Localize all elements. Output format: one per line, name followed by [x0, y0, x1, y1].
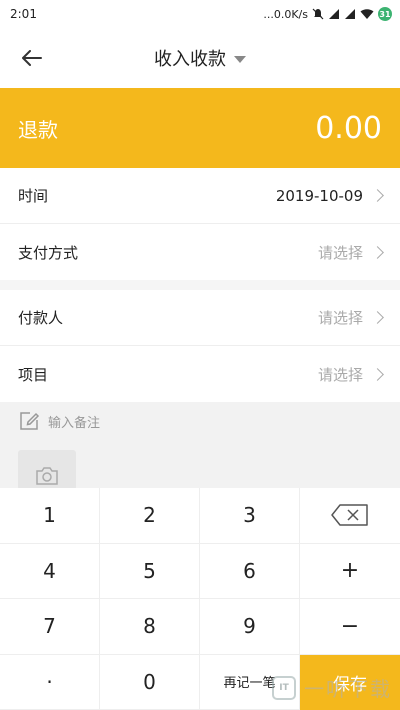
page-title[interactable]: 收入收款: [154, 45, 226, 71]
key-1[interactable]: 1: [0, 488, 100, 544]
add-photo-button[interactable]: [18, 450, 76, 490]
row-time[interactable]: 时间 2019-10-09: [0, 168, 400, 224]
signal-icon: [329, 9, 339, 19]
key-8[interactable]: 8: [100, 599, 200, 655]
key-9[interactable]: 9: [200, 599, 300, 655]
row-label: 付款人: [18, 309, 64, 327]
status-icons: ...0.0K/s 31: [263, 7, 392, 21]
battery-icon: 31: [378, 7, 392, 21]
chevron-right-icon: [371, 311, 384, 324]
chevron-right-icon: [371, 189, 384, 202]
row-value: 请选择: [317, 365, 363, 384]
status-bar: 2:01 ...0.0K/s 31: [0, 0, 400, 28]
status-time: 2:01: [10, 7, 37, 21]
key-0[interactable]: 0: [100, 654, 200, 710]
edit-icon: [20, 412, 40, 430]
amount-value: 0.00: [315, 110, 382, 146]
row-label: 时间: [18, 187, 49, 205]
remark-area: 输入备注: [0, 402, 400, 490]
backspace-icon: [331, 504, 368, 526]
key-4[interactable]: 4: [0, 543, 100, 599]
back-button[interactable]: [16, 42, 48, 74]
amount-band: 退款 0.00: [0, 88, 400, 168]
caret-down-icon[interactable]: [234, 55, 246, 63]
key-2[interactable]: 2: [100, 488, 200, 544]
key-plus[interactable]: +: [300, 543, 400, 599]
row-project[interactable]: 项目 请选择: [0, 346, 400, 402]
row-value: 请选择: [317, 243, 363, 262]
network-speed: ...0.0K/s: [263, 7, 308, 21]
backspace-button[interactable]: [300, 488, 400, 544]
row-value: 2019-10-09: [275, 186, 363, 205]
amount-type-label: 退款: [18, 117, 58, 142]
arrow-left-icon: [22, 50, 42, 66]
save-button[interactable]: 保存: [300, 654, 400, 710]
row-label: 项目: [18, 365, 49, 384]
key-6[interactable]: 6: [200, 543, 300, 599]
form-group-detail: 付款人 请选择 项目 请选择: [0, 290, 400, 402]
chevron-right-icon: [371, 367, 384, 381]
nav-bar: 收入收款: [0, 28, 400, 88]
remark-placeholder: 输入备注: [48, 415, 101, 431]
key-7[interactable]: 7: [0, 599, 100, 655]
title-dropdown: 收入收款: [0, 28, 400, 88]
row-label: 支付方式: [18, 243, 79, 262]
remark-input[interactable]: 输入备注: [18, 410, 100, 432]
key-3[interactable]: 3: [200, 488, 300, 544]
camera-icon: [36, 467, 58, 485]
chevron-right-icon: [371, 245, 384, 259]
key-5[interactable]: 5: [100, 543, 200, 599]
number-keypad: 1 2 3 4 5 6 + 7 8 9 − · 0 再记一笔 保存: [0, 488, 400, 710]
form-group-basic: 时间 2019-10-09 支付方式 请选择: [0, 168, 400, 280]
mute-icon: [312, 8, 324, 20]
signal-icon: [345, 9, 355, 19]
wifi-icon: [360, 9, 374, 19]
record-another-button[interactable]: 再记一笔: [200, 654, 300, 710]
row-payment-method[interactable]: 支付方式 请选择: [0, 224, 400, 280]
row-value: 请选择: [317, 309, 363, 327]
key-dot[interactable]: ·: [0, 654, 100, 710]
key-minus[interactable]: −: [300, 599, 400, 655]
row-payer[interactable]: 付款人 请选择: [0, 290, 400, 346]
